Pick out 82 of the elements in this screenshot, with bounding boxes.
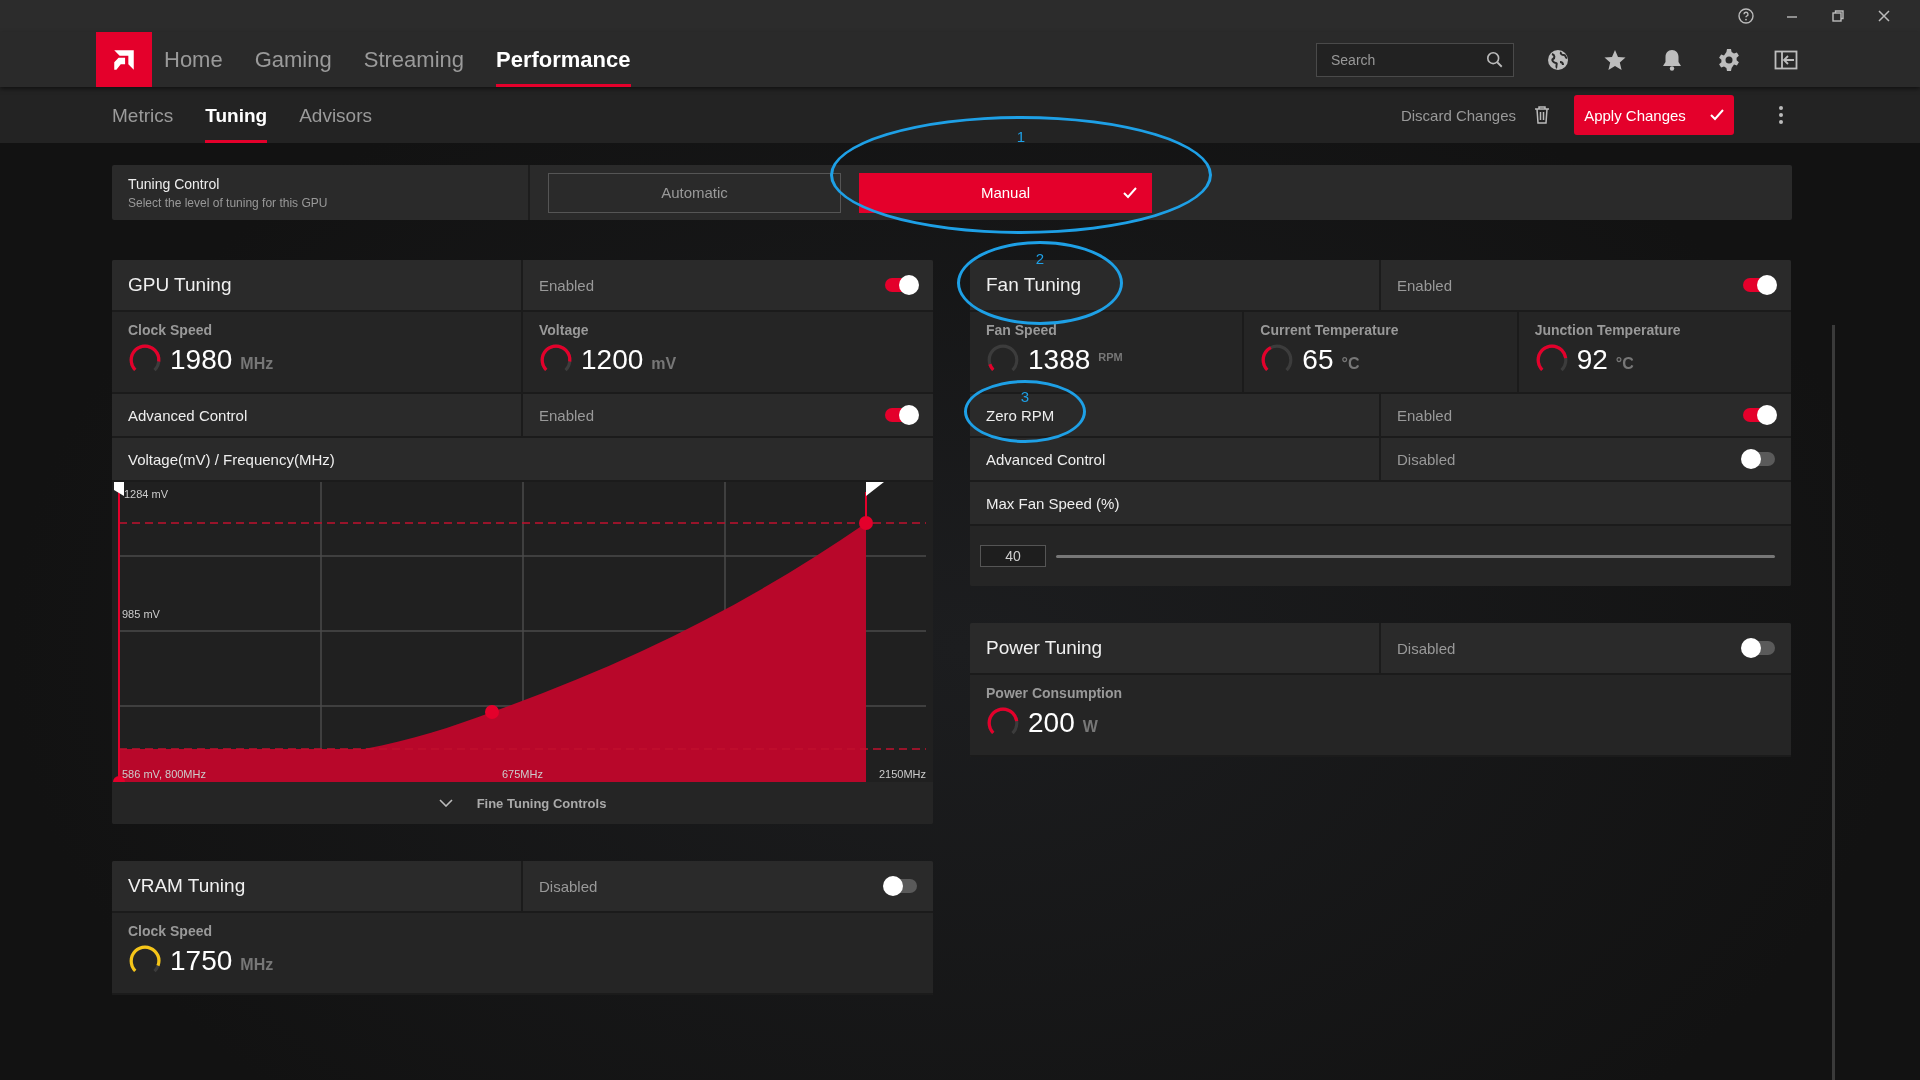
- metric-unit: W: [1082, 718, 1098, 736]
- metric-unit: MHz: [240, 355, 274, 373]
- metric-label: Clock Speed: [128, 322, 214, 338]
- card-title: Power Tuning: [970, 623, 1381, 673]
- metric-value: 1388: [1028, 344, 1091, 376]
- axis-label: 675MHz: [502, 768, 543, 780]
- metric-unit: MHz: [240, 956, 274, 974]
- metric-unit: RPM: [1098, 351, 1123, 363]
- toggle-switch[interactable]: [1743, 278, 1775, 292]
- metric-label: Clock Speed: [128, 923, 214, 939]
- nav-tab[interactable]: Gaming: [254, 32, 332, 87]
- trash-icon[interactable]: [1534, 106, 1550, 124]
- axis-label: 1284 mV: [124, 488, 169, 500]
- metric-value: 65: [1302, 344, 1334, 376]
- sub-tab[interactable]: Advisors: [299, 87, 372, 143]
- metric-unit: °C: [1615, 355, 1634, 373]
- discard-changes-button[interactable]: Discard Changes: [1400, 106, 1516, 124]
- settings-icon[interactable]: [1717, 47, 1741, 72]
- apply-changes-button[interactable]: Apply Changes: [1574, 95, 1734, 135]
- metric-label: Voltage: [539, 322, 590, 338]
- metric-value: 1200: [581, 344, 644, 376]
- metric-value: 200: [1028, 707, 1075, 739]
- sub-tab[interactable]: Tuning: [205, 87, 268, 143]
- search-icon[interactable]: [1486, 50, 1504, 69]
- more-icon[interactable]: [1778, 105, 1784, 125]
- annotation-number: 3: [1020, 387, 1030, 405]
- sub-tab[interactable]: Metrics: [112, 87, 174, 143]
- toggle-switch[interactable]: [1743, 452, 1775, 466]
- check-icon: [1709, 109, 1724, 121]
- section-label: Voltage(mV) / Frequency(MHz): [128, 450, 335, 468]
- card-title: GPU Tuning: [112, 260, 523, 310]
- bell-icon[interactable]: [1660, 47, 1684, 72]
- metric-value: 1980: [170, 344, 233, 376]
- metric-label: Junction Temperature: [1534, 322, 1682, 338]
- tuning-control-subtitle: Select the level of tuning for this GPU: [128, 195, 329, 210]
- tuning-control-title: Tuning Control: [128, 175, 221, 192]
- metric-value: 92: [1576, 344, 1608, 376]
- axis-label: 586 mV, 800MHz: [122, 768, 206, 780]
- logo[interactable]: [96, 32, 152, 87]
- scrollbar[interactable]: [1832, 325, 1835, 1080]
- slider-track[interactable]: [1056, 554, 1775, 558]
- curve-point[interactable]: [113, 776, 125, 782]
- check-icon: [1123, 186, 1137, 199]
- toggle-switch[interactable]: [1743, 641, 1775, 655]
- metric-unit: mV: [651, 355, 677, 373]
- setting-label: Advanced Control: [112, 394, 523, 436]
- metric-label: Power Consumption: [986, 685, 1124, 701]
- chevron-icon: [438, 799, 453, 807]
- toggle-switch[interactable]: [885, 879, 917, 893]
- marker-icon[interactable]: [114, 482, 124, 496]
- status-label: Disabled: [1397, 450, 1456, 468]
- status-label: Enabled: [1397, 406, 1453, 424]
- metric-label: Fan Speed: [986, 322, 1058, 338]
- curve-point[interactable]: [859, 516, 873, 530]
- axis-label: 2150MHz: [878, 768, 926, 780]
- card-title: VRAM Tuning: [112, 861, 523, 911]
- globe-icon[interactable]: [1546, 47, 1570, 72]
- nav-tab[interactable]: Streaming: [363, 32, 464, 87]
- section-label: Max Fan Speed (%): [986, 494, 1120, 512]
- search-field[interactable]: Search: [1316, 42, 1514, 77]
- toggle-switch[interactable]: [885, 278, 917, 292]
- status-label: Enabled: [539, 276, 595, 294]
- status-label: Disabled: [539, 877, 598, 895]
- status-label: Enabled: [1397, 276, 1453, 294]
- toggle-switch[interactable]: [885, 408, 917, 422]
- metric-unit: °C: [1341, 355, 1360, 373]
- value-field[interactable]: 40: [980, 545, 1046, 567]
- axis-label: 985 mV: [122, 608, 160, 620]
- metric-value: 1750: [170, 945, 233, 977]
- annotation-number: 1: [1016, 127, 1026, 145]
- status-label: Enabled: [539, 406, 595, 424]
- close-icon[interactable]: [1876, 8, 1892, 24]
- restore-icon[interactable]: [1830, 8, 1846, 24]
- curve-point[interactable]: [485, 705, 499, 719]
- toggle-switch[interactable]: [1743, 408, 1775, 422]
- metric-label: Current Temperature: [1260, 322, 1400, 338]
- setting-label: Advanced Control: [970, 438, 1381, 480]
- nav-tab[interactable]: Home: [164, 32, 223, 87]
- status-label: Disabled: [1397, 639, 1456, 657]
- mode-button[interactable]: Manual: [859, 172, 1152, 213]
- help-icon[interactable]: [1738, 8, 1754, 24]
- mode-button[interactable]: Automatic: [548, 172, 841, 213]
